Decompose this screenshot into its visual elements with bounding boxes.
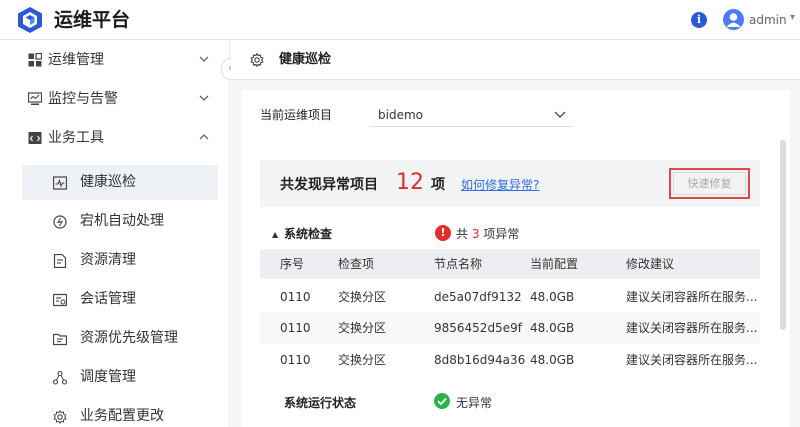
- error-suffix: 项异常: [483, 227, 520, 241]
- table-row[interactable]: 0110 交换分区 9856452d5e9f 48.0GB 建议关闭容器所在服务…: [260, 312, 760, 344]
- cell-suggestion: 建议关闭容器所在服务...: [626, 353, 758, 367]
- sidebar-group-monitor[interactable]: 监控与告警: [0, 80, 230, 119]
- cell-current-config: 48.0GB: [530, 290, 575, 304]
- how-to-fix-link[interactable]: 如何修复异常?: [461, 177, 539, 193]
- project-select[interactable]: bidemo: [370, 103, 573, 127]
- sidebar-item-health-check[interactable]: 健康巡检: [22, 165, 218, 200]
- avatar[interactable]: [723, 9, 744, 30]
- config-icon: [53, 410, 67, 424]
- sidebar-item-priority-manage[interactable]: 资源优先级管理: [22, 321, 218, 356]
- code-window-icon: [28, 132, 42, 144]
- chevron-down-icon[interactable]: ▾: [790, 12, 795, 23]
- column-header: 当前配置: [530, 257, 579, 271]
- error-prefix: 共: [456, 227, 469, 241]
- clean-icon: [53, 254, 67, 268]
- cell-node-name: 8d8b16d94a36: [434, 353, 526, 367]
- sidebar-item-auto-recovery[interactable]: 宕机自动处理: [22, 204, 218, 239]
- error-icon: !: [435, 225, 451, 241]
- cell-suggestion: 建议关闭容器所在服务...: [626, 290, 758, 304]
- scrollbar[interactable]: [780, 140, 786, 330]
- cell-index: 0110: [280, 353, 311, 367]
- user-name[interactable]: admin: [749, 12, 787, 28]
- grid-icon: [28, 53, 42, 67]
- sidebar-group-label: 监控与告警: [48, 91, 118, 107]
- chevron-down-icon: [199, 95, 209, 101]
- sidebar-group-tools[interactable]: 业务工具: [0, 119, 230, 158]
- sidebar-item-label: 资源优先级管理: [80, 330, 178, 346]
- cell-node-name: de5a07df9132: [434, 290, 522, 304]
- cell-current-config: 48.0GB: [530, 321, 575, 335]
- sidebar-item-label: 会话管理: [80, 291, 136, 307]
- anomaly-count: 12: [396, 170, 424, 195]
- cell-index: 0110: [280, 321, 311, 335]
- check-circle-icon: [434, 393, 450, 409]
- column-header: 检查项: [338, 257, 375, 271]
- project-label: 当前运维项目: [260, 108, 333, 122]
- table-row[interactable]: 0110 交换分区 de5a07df9132 48.0GB 建议关闭容器所在服务…: [260, 281, 760, 313]
- chevron-down-icon: [199, 56, 209, 62]
- sidebar-item-label: 资源清理: [80, 252, 136, 268]
- column-header: 修改建议: [626, 257, 675, 271]
- schedule-icon: [53, 371, 67, 385]
- cell-node-name: 9856452d5e9f: [434, 321, 522, 335]
- column-header: 序号: [280, 257, 305, 271]
- priority-icon: [53, 333, 67, 346]
- cell-check-item: 交换分区: [338, 321, 387, 335]
- quick-fix-button[interactable]: 快速修复: [669, 168, 750, 199]
- sidebar-item-schedule-manage[interactable]: 调度管理: [22, 360, 218, 395]
- runtime-status-value: 无异常: [456, 396, 493, 410]
- sidebar-item-label: 调度管理: [80, 369, 136, 385]
- monitor-icon: [28, 92, 42, 105]
- sidebar-group-ops[interactable]: 运维管理: [0, 41, 230, 80]
- page-title: 健康巡检: [279, 52, 332, 67]
- cell-check-item: 交换分区: [338, 290, 387, 304]
- chevron-down-icon: [554, 111, 566, 118]
- breadcrumb: 健康巡检: [231, 40, 800, 80]
- info-icon[interactable]: i: [691, 12, 707, 28]
- table-row[interactable]: 0110 交换分区 8d8b16d94a36 48.0GB 建议关闭容器所在服务…: [260, 344, 760, 376]
- top-header: 运维平台 i admin ▾: [0, 0, 800, 40]
- power-icon: [53, 215, 67, 229]
- sidebar-item-config-change[interactable]: 业务配置更改: [22, 399, 218, 427]
- session-icon: [53, 293, 67, 307]
- pulse-icon: [53, 176, 67, 190]
- app-title: 运维平台: [54, 9, 131, 31]
- section-title: 系统检查: [284, 227, 333, 241]
- cell-suggestion: 建议关闭容器所在服务...: [626, 321, 758, 335]
- sidebar: 运维管理 监控与告警 业务工具 健康巡检 宕机自动处理 资源清理 会话管理 资源…: [0, 40, 230, 427]
- error-summary: 共 3 项异常: [456, 226, 519, 242]
- project-select-value: bidemo: [378, 108, 423, 122]
- gear-icon: [250, 53, 264, 67]
- summary-suffix: 项: [431, 177, 445, 193]
- runtime-status-label: 系统运行状态: [284, 396, 357, 410]
- cell-index: 0110: [280, 290, 311, 304]
- collapse-triangle-icon[interactable]: ▲: [272, 230, 278, 239]
- anomaly-summary: 共发现异常项目 12 项 如何修复异常? 快速修复: [260, 160, 760, 207]
- user-icon: [726, 13, 741, 27]
- summary-prefix: 共发现异常项目: [280, 177, 378, 193]
- sidebar-item-label: 宕机自动处理: [80, 213, 164, 229]
- cell-check-item: 交换分区: [338, 353, 387, 367]
- column-header: 节点名称: [434, 257, 483, 271]
- cell-current-config: 48.0GB: [530, 353, 575, 367]
- sidebar-item-label: 健康巡检: [80, 174, 136, 190]
- sidebar-group-label: 业务工具: [48, 130, 104, 146]
- error-count: 3: [471, 227, 480, 241]
- check-mark-icon: [437, 397, 447, 406]
- cube-logo-icon[interactable]: [16, 6, 44, 34]
- chevron-up-icon: [199, 134, 209, 140]
- sidebar-item-session-manage[interactable]: 会话管理: [22, 282, 218, 317]
- sidebar-item-resource-cleanup[interactable]: 资源清理: [22, 243, 218, 278]
- quick-fix-label: 快速修复: [673, 172, 746, 195]
- table-header: 序号 检查项 节点名称 当前配置 修改建议: [260, 249, 760, 279]
- sidebar-item-label: 业务配置更改: [80, 408, 164, 424]
- sidebar-group-label: 运维管理: [48, 52, 104, 68]
